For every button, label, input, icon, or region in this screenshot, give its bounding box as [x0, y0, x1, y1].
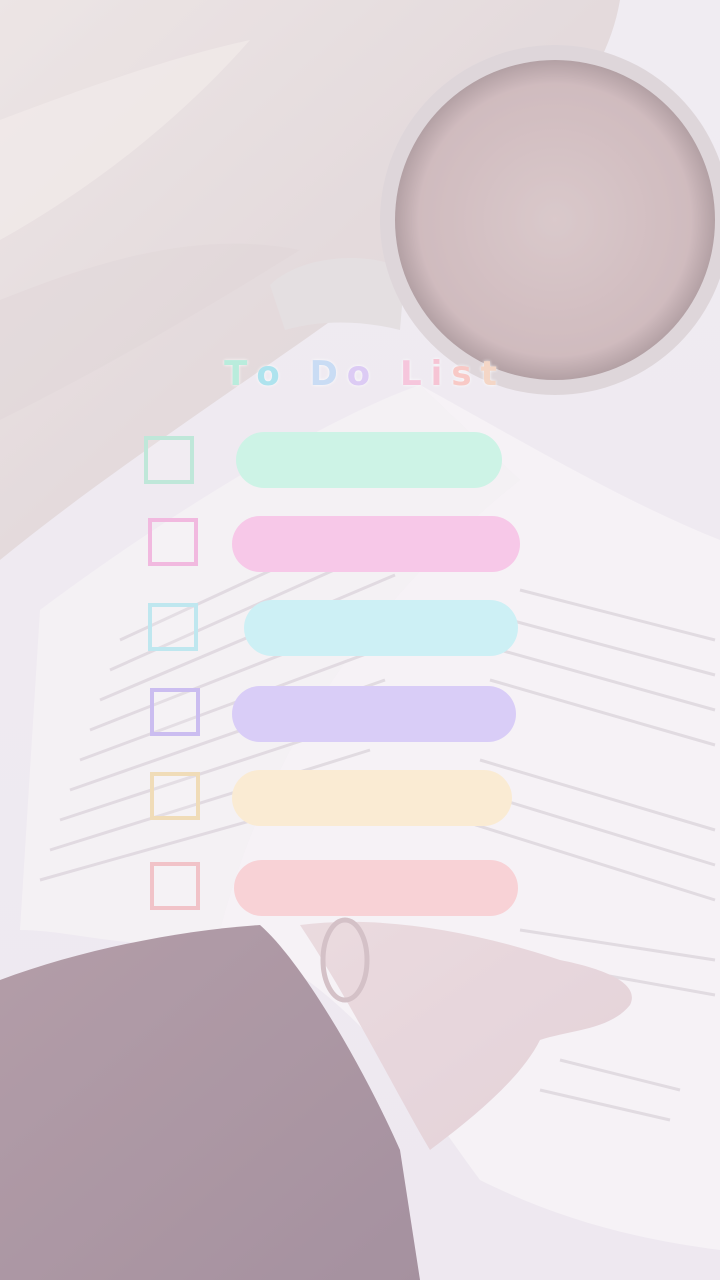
title-letter: o [346, 354, 380, 394]
title-space [379, 348, 400, 400]
todo-checkbox[interactable] [148, 518, 198, 566]
todo-title: To Do List [200, 348, 530, 400]
todo-checkbox[interactable] [148, 603, 198, 651]
title-space [289, 348, 310, 400]
todo-entry-field[interactable] [232, 770, 512, 826]
todo-entry-field[interactable] [232, 516, 520, 572]
title-letter: T [224, 354, 257, 394]
todo-checkbox[interactable] [144, 436, 194, 484]
todo-entry-field[interactable] [234, 860, 518, 916]
title-letter: t [480, 354, 506, 394]
todo-checkbox[interactable] [150, 688, 200, 736]
todo-checkbox[interactable] [150, 772, 200, 820]
todo-checkbox[interactable] [150, 862, 200, 910]
title-letter: o [256, 354, 289, 394]
title-letter: L [400, 354, 431, 394]
todo-entry-field[interactable] [236, 432, 502, 488]
title-letter: i [430, 354, 452, 394]
todo-entry-field[interactable] [244, 600, 518, 656]
title-letter: s [451, 354, 481, 394]
title-letter: D [309, 354, 347, 394]
todo-entry-field[interactable] [232, 686, 516, 742]
